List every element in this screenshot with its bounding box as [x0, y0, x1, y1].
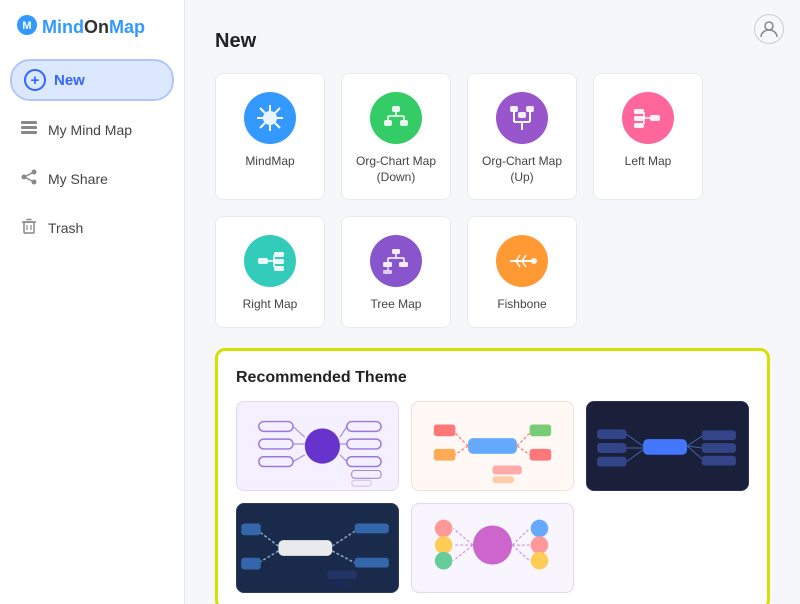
template-card-left-map[interactable]: Left Map [593, 73, 703, 200]
theme-card-1[interactable] [236, 401, 399, 491]
theme-card-2[interactable] [411, 401, 574, 491]
org-chart-up-label: Org-Chart Map (Up) [478, 154, 566, 185]
logo-icon: M [16, 14, 38, 41]
sidebar-item-my-share[interactable]: My Share [0, 154, 184, 203]
section-title: New [215, 30, 770, 53]
sidebar-item-label-my-mind-map: My Mind Map [48, 122, 132, 138]
template-card-fishbone[interactable]: Fishbone [467, 216, 577, 328]
sidebar-item-label-my-share: My Share [48, 171, 108, 187]
main-content: New MindMap [185, 0, 800, 604]
org-chart-down-label: Org-Chart Map(Down) [356, 154, 436, 185]
tree-map-label: Tree Map [371, 297, 422, 313]
new-button[interactable]: + New [10, 59, 174, 101]
user-avatar-button[interactable] [754, 14, 784, 44]
svg-text:M: M [22, 20, 31, 32]
theme-grid [236, 401, 749, 593]
left-map-label: Left Map [625, 154, 672, 170]
sidebar-item-my-mind-map[interactable]: My Mind Map [0, 105, 184, 154]
trash-icon [20, 217, 38, 238]
sidebar-item-label-trash: Trash [48, 220, 83, 236]
template-card-tree-map[interactable]: Tree Map [341, 216, 451, 328]
fishbone-label: Fishbone [497, 297, 546, 313]
theme-card-3[interactable] [586, 401, 749, 491]
left-map-icon [622, 92, 674, 144]
user-avatar-area [754, 14, 784, 44]
logo-text: MindOnMap [42, 17, 145, 38]
recommended-section: Recommended Theme [215, 348, 770, 604]
template-card-right-map[interactable]: Right Map [215, 216, 325, 328]
tree-map-icon [370, 235, 422, 287]
new-label: New [54, 72, 85, 89]
sidebar-item-trash[interactable]: Trash [0, 203, 184, 252]
logo: M MindOnMap [0, 0, 184, 51]
org-chart-up-icon [496, 92, 548, 144]
my-share-icon [20, 168, 38, 189]
right-map-label: Right Map [243, 297, 298, 313]
right-map-icon [244, 235, 296, 287]
my-mind-map-icon [20, 119, 38, 140]
sidebar: M MindOnMap + New My Mind Map [0, 0, 185, 604]
theme-card-4[interactable] [236, 503, 399, 593]
template-card-org-chart-down[interactable]: Org-Chart Map(Down) [341, 73, 451, 200]
recommended-title: Recommended Theme [236, 369, 749, 387]
template-grid: MindMap Org-Chart Map(Down) [215, 73, 770, 328]
mindmap-label: MindMap [245, 154, 294, 170]
template-card-org-chart-up[interactable]: Org-Chart Map (Up) [467, 73, 577, 200]
fishbone-icon [496, 235, 548, 287]
theme-card-5[interactable] [411, 503, 574, 593]
template-card-mindmap[interactable]: MindMap [215, 73, 325, 200]
plus-icon: + [24, 69, 46, 91]
mindmap-icon [244, 92, 296, 144]
org-chart-down-icon [370, 92, 422, 144]
